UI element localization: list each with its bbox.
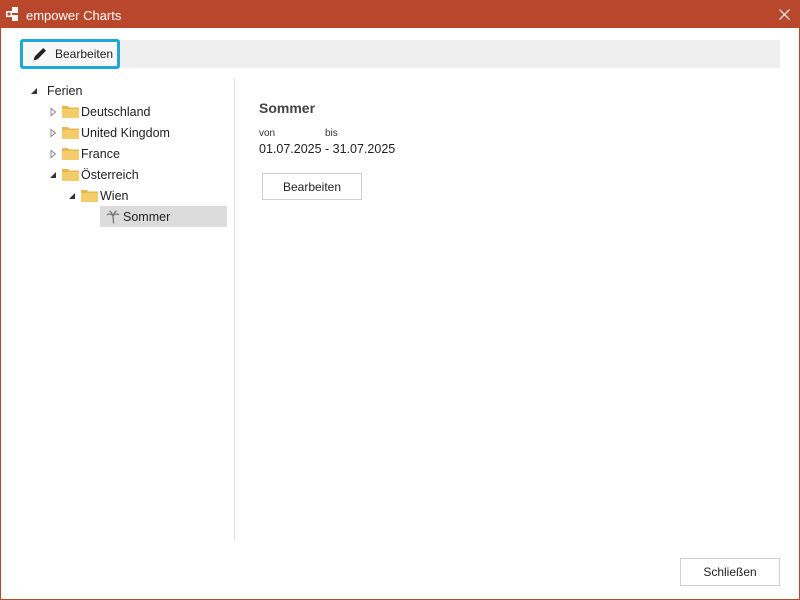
- window-title: empower Charts: [26, 8, 122, 23]
- tree-node-france[interactable]: France: [48, 143, 120, 164]
- tree-node-label: Österreich: [81, 167, 139, 182]
- folder-icon: [81, 190, 98, 202]
- pane-divider: [234, 78, 235, 540]
- date-range: 01.07.2025 - 31.07.2025: [259, 142, 396, 156]
- expanded-arrow-icon: [50, 171, 56, 178]
- folder-icon: [62, 127, 79, 139]
- tree-node-oesterreich[interactable]: Österreich: [48, 164, 139, 185]
- edit-button[interactable]: Bearbeiten: [262, 173, 362, 200]
- pencil-icon: [33, 48, 46, 61]
- tree-node-label: Sommer: [123, 209, 171, 224]
- tree-node-sommer[interactable]: Sommer: [100, 206, 227, 227]
- to-label: bis: [325, 128, 338, 139]
- collapsed-arrow-icon: [50, 148, 57, 159]
- folder-icon: [62, 148, 79, 160]
- expanded-arrow-icon: [31, 87, 37, 94]
- expanded-arrow-icon: [69, 192, 75, 199]
- from-label: von: [259, 128, 276, 139]
- collapsed-arrow-icon: [50, 106, 57, 117]
- tree-node-wien[interactable]: Wien: [67, 185, 128, 206]
- palm-tree-icon: [106, 209, 120, 224]
- tree-node-ferien[interactable]: Ferien: [29, 80, 82, 101]
- toolbar-edit-button[interactable]: Bearbeiten: [20, 39, 120, 69]
- tree-node-label: France: [81, 146, 120, 161]
- tree-node-label: United Kingdom: [81, 125, 170, 140]
- app-logo-icon: [6, 7, 18, 21]
- tree-node-label: Deutschland: [81, 104, 151, 119]
- close-button[interactable]: Schließen: [680, 558, 780, 586]
- window-close-button[interactable]: [769, 1, 799, 28]
- tree-node-label: Ferien: [47, 83, 83, 98]
- toolbar: Bearbeiten: [20, 39, 780, 69]
- close-icon: [778, 9, 790, 20]
- dialog-window: empower Charts Bearbeiten Ferien Deutsch…: [0, 0, 800, 600]
- tree-node-label: Wien: [100, 188, 129, 203]
- detail-title: Sommer: [259, 100, 316, 116]
- title-bar: empower Charts: [1, 1, 799, 28]
- collapsed-arrow-icon: [50, 127, 57, 138]
- toolbar-edit-label: Bearbeiten: [55, 47, 114, 61]
- tree-node-united-kingdom[interactable]: United Kingdom: [48, 122, 170, 143]
- tree-node-deutschland[interactable]: Deutschland: [48, 101, 151, 122]
- folder-icon: [62, 106, 79, 118]
- folder-icon: [62, 169, 79, 181]
